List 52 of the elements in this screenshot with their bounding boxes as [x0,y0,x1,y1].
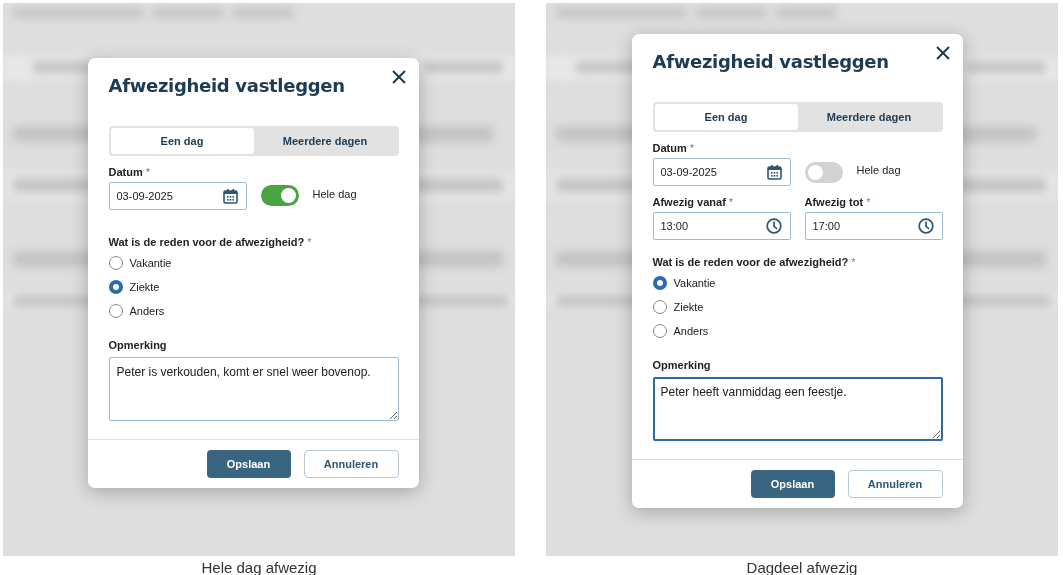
remark-field[interactable]: Peter is verkouden, komt er snel weer bovenop. [108,356,399,421]
radio-button[interactable] [108,279,123,294]
radio-button[interactable] [108,303,123,318]
date-field[interactable]: 03-09-2025 [652,158,791,186]
field-label: Afwezig vanaf * [652,196,735,208]
option-label: Vakantie [129,256,172,269]
tab[interactable]: Meerdere dagen [253,127,397,154]
radio-button[interactable] [108,255,123,270]
required-mark: * [728,196,734,208]
field-label: Afwezig tot * [804,196,872,208]
date-field[interactable]: 03-09-2025 [108,181,247,210]
field-label: Datum * [652,142,695,154]
option-label: Anders [129,304,165,317]
close-icon[interactable] [934,45,951,61]
radio-button[interactable] [652,300,667,314]
option-label: Anders [673,325,709,337]
option-label: Ziekte [129,280,160,293]
radio-button[interactable] [652,324,667,338]
required-mark: * [307,235,312,248]
field-label: Wat is de reden voor de afwezigheid? * [108,235,313,248]
clock-icon[interactable] [917,218,934,234]
close-icon[interactable] [390,68,407,85]
tab[interactable]: Een dag [110,127,254,154]
required-mark: * [851,256,856,268]
tab[interactable]: Meerdere dagen [797,104,941,130]
option-label: Vakantie [673,277,716,289]
toggle-switch[interactable] [260,185,299,206]
required-mark: * [145,165,150,178]
tab[interactable]: Een dag [654,104,798,130]
cancel-button[interactable]: Annuleren [847,470,943,498]
clock-icon[interactable] [765,218,782,234]
field-label: Wat is de reden voor de afwezigheid? * [652,256,857,268]
dialog-title: Afwezigheid vastleggen [108,74,345,96]
save-button[interactable]: Opslaan [206,449,291,478]
field-label: Opmerking [652,359,712,371]
time-field[interactable]: 13:00 [652,212,791,240]
remark-field[interactable]: Peter heeft vanmiddag een feestje. [652,377,943,441]
cancel-button[interactable]: Annuleren [303,449,399,478]
toggle-label: Hele dag [312,187,357,200]
required-mark: * [689,142,694,154]
field-label: Datum * [108,165,151,178]
radio-button[interactable] [652,276,667,290]
time-field[interactable]: 17:00 [804,212,943,240]
save-button[interactable]: Opslaan [750,470,835,498]
field-label: Opmerking [108,338,168,351]
calendar-icon[interactable] [766,164,782,180]
calendar-icon[interactable] [222,187,238,204]
required-mark: * [866,196,871,208]
option-label: Ziekte [673,301,704,313]
toggle-switch[interactable] [804,161,843,183]
dialog-title: Afwezigheid vastleggen [652,51,889,72]
toggle-label: Hele dag [856,164,901,176]
